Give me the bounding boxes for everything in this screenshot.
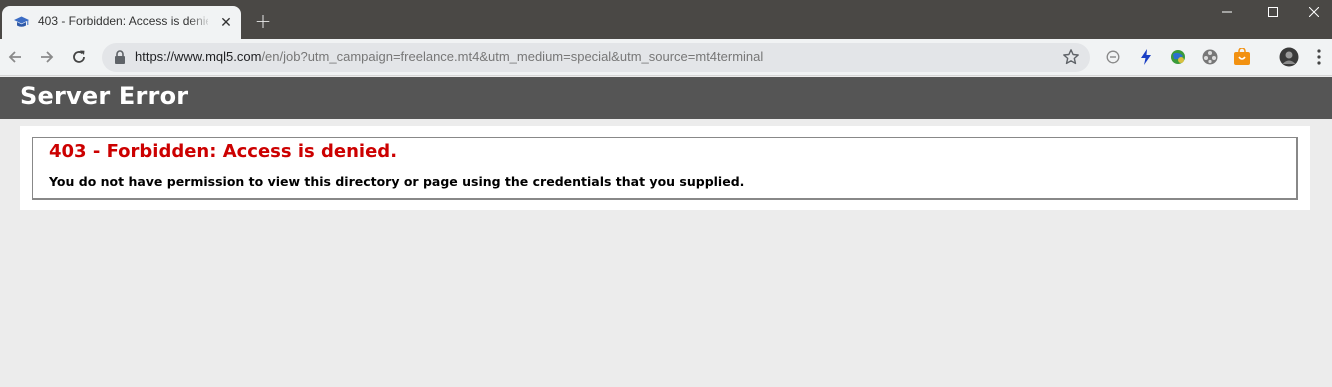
menu-kebab-icon[interactable] [1313, 48, 1325, 66]
tab-title-fade [188, 12, 212, 32]
browser-toolbar: https://www.mql5.com/en/job?utm_campaign… [0, 39, 1332, 76]
tab-title: 403 - Forbidden: Access is denied. [38, 14, 208, 28]
page-title: Server Error [20, 82, 189, 110]
error-title: 403 - Forbidden: Access is denied. [49, 141, 398, 162]
globe-extension-icon[interactable] [1169, 48, 1187, 66]
profile-avatar-icon[interactable] [1279, 47, 1299, 67]
lock-icon[interactable] [114, 50, 126, 64]
address-bar[interactable]: https://www.mql5.com/en/job?utm_campaign… [102, 43, 1090, 72]
url-text[interactable]: https://www.mql5.com/en/job?utm_campaign… [135, 49, 763, 64]
page-header: Server Error [0, 77, 1332, 119]
url-path: /en/job?utm_campaign=freelance.mt4&utm_m… [261, 49, 764, 64]
tab-close-icon[interactable]: ✕ [218, 14, 234, 30]
error-message: You do not have permission to view this … [49, 174, 745, 189]
bookmark-star-icon[interactable] [1062, 48, 1080, 66]
browser-titlebar: 403 - Forbidden: Access is denied. ✕ + [0, 0, 1332, 39]
reload-icon[interactable] [68, 46, 90, 68]
shopping-bag-extension-icon[interactable] [1233, 48, 1251, 66]
maximize-icon[interactable] [1250, 0, 1296, 24]
content-panel: 403 - Forbidden: Access is denied. You d… [20, 126, 1310, 210]
film-reel-extension-icon[interactable] [1201, 48, 1219, 66]
lightning-extension-icon[interactable] [1137, 48, 1155, 66]
url-host: https://www.mql5.com [135, 49, 262, 64]
close-window-icon[interactable] [1296, 0, 1332, 24]
forward-arrow-icon[interactable] [36, 46, 58, 68]
browser-tab[interactable]: 403 - Forbidden: Access is denied. ✕ [2, 6, 241, 39]
error-box: 403 - Forbidden: Access is denied. You d… [32, 137, 1298, 200]
new-tab-button[interactable]: + [252, 9, 274, 33]
minimize-icon[interactable] [1204, 0, 1250, 24]
back-arrow-icon[interactable] [4, 46, 26, 68]
block-extension-icon[interactable] [1104, 48, 1122, 66]
graduation-cap-icon [14, 16, 29, 27]
